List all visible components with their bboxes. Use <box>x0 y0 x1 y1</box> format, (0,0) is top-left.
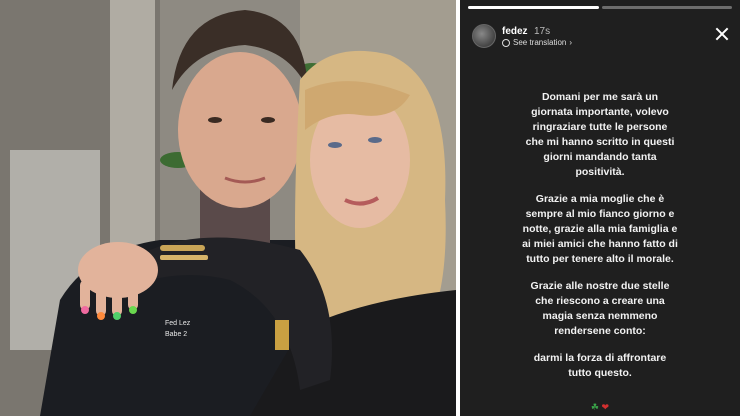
username[interactable]: fedez <box>502 26 528 37</box>
see-translation-link[interactable]: See translation › <box>502 38 572 47</box>
shirt-text-1: Fed Lez <box>165 320 191 327</box>
progress-segment <box>468 6 599 9</box>
story-progress-bar <box>468 6 732 9</box>
instagram-story: fedez 17s See translation › Domani per m… <box>460 0 740 416</box>
globe-icon <box>502 38 510 47</box>
clover-icon: ☘ <box>590 402 599 412</box>
avatar[interactable] <box>472 24 496 48</box>
couple-photo: Fed Lez Babe 2 <box>0 0 456 416</box>
photo-illustration: Fed Lez Babe 2 <box>0 0 456 416</box>
progress-segment <box>601 6 732 9</box>
message-paragraph-4: darmi la forza di affrontare tutto quest… <box>533 352 667 379</box>
shirt-text-2: Babe 2 <box>165 331 187 338</box>
emoji-row: ☘ ❤ <box>460 402 740 413</box>
timestamp: 17s <box>534 26 551 37</box>
heart-icon: ❤ <box>601 402 610 412</box>
chevron-right-icon: › <box>569 38 573 47</box>
close-icon[interactable] <box>714 26 730 42</box>
story-message: Domani per me sarà un giornata important… <box>476 90 724 393</box>
message-paragraph-2: Grazie a mia moglie che è sempre al mio … <box>522 193 678 265</box>
see-translation-label: See translation <box>513 38 567 47</box>
message-paragraph-3: Grazie alle nostre due stelle che riesco… <box>530 280 670 337</box>
message-paragraph-1: Domani per me sarà un giornata important… <box>525 91 675 178</box>
story-header: fedez 17s See translation › <box>472 24 730 50</box>
